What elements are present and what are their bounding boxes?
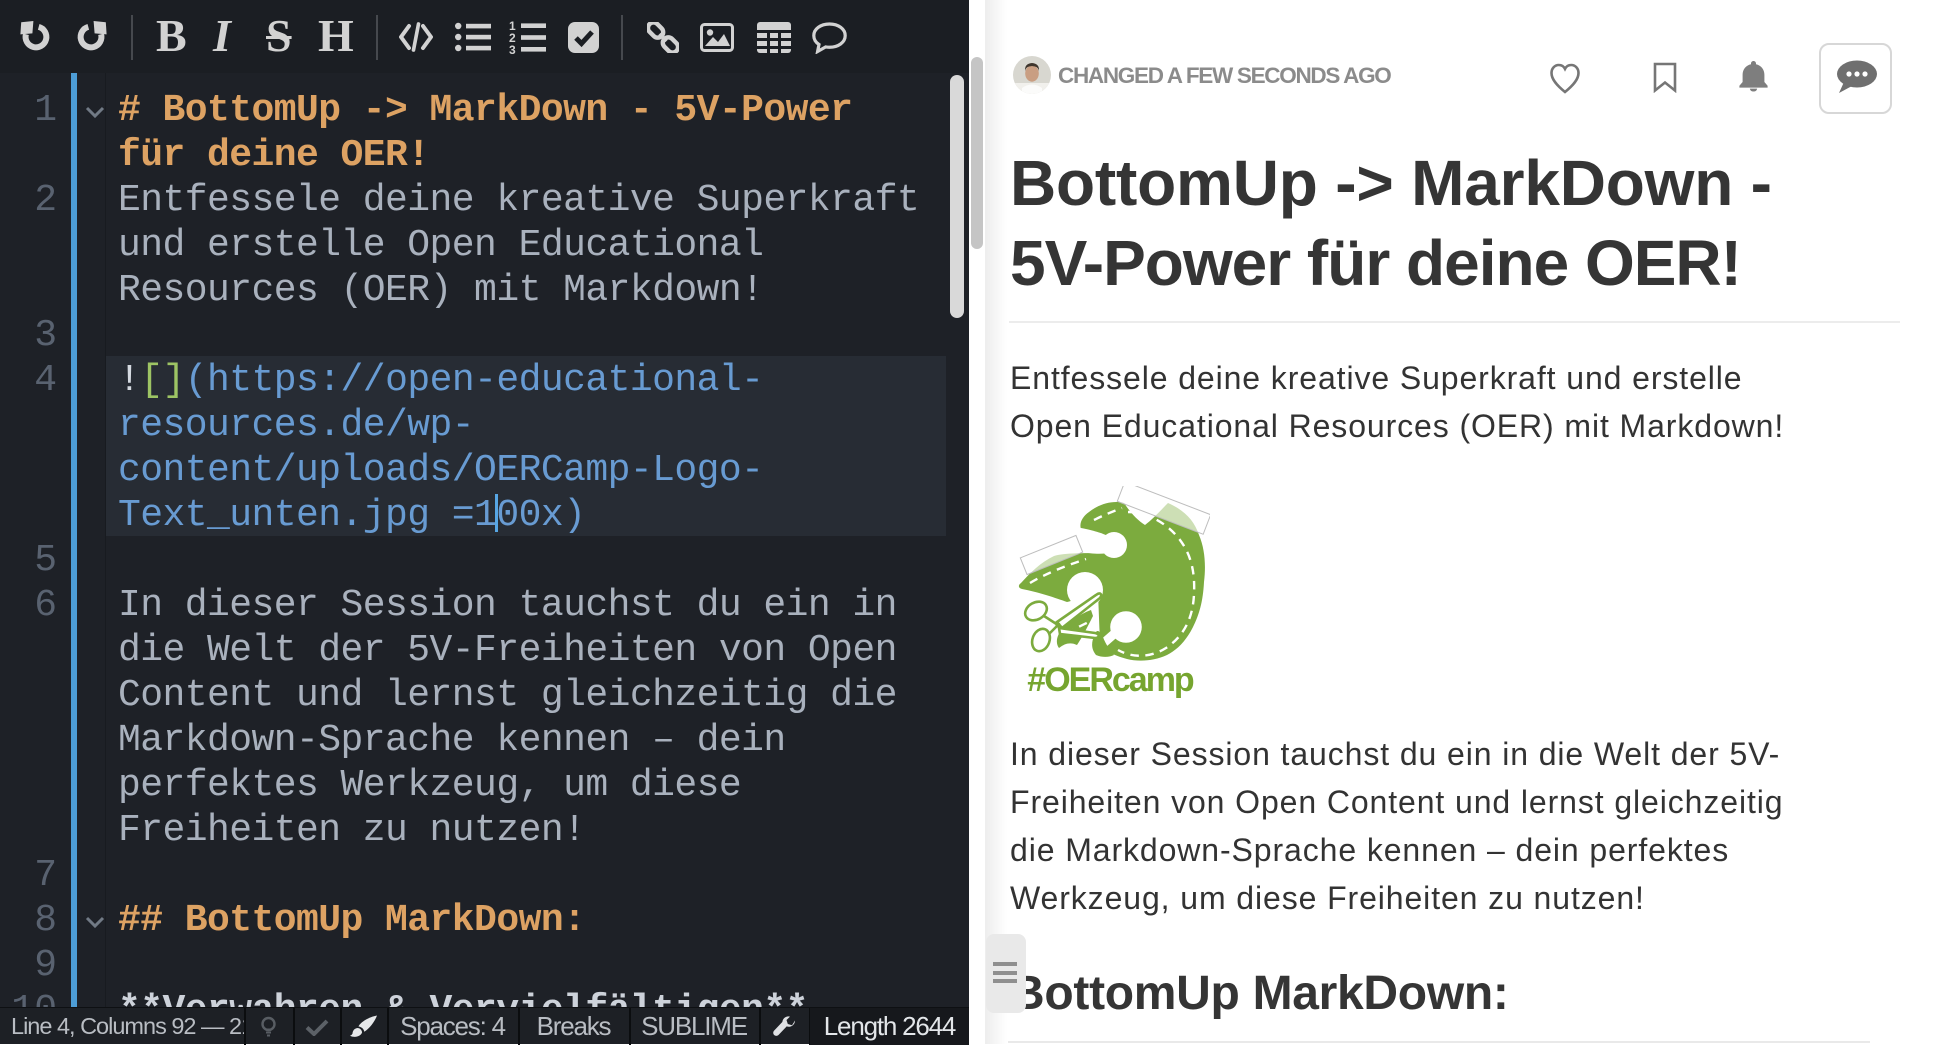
svg-text:3: 3: [509, 43, 516, 55]
